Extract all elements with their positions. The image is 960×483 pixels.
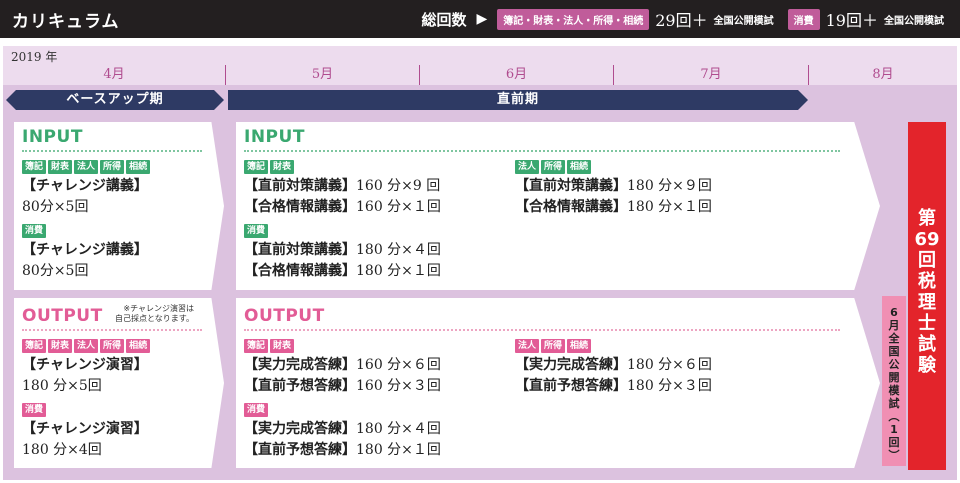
course-line: 【直前対策講義】180 分×９回 (515, 178, 712, 194)
subject-tag: 法人 (515, 339, 540, 353)
year-row: 2019 年 (3, 46, 957, 65)
base-input-tags-b: 消費 (22, 224, 47, 238)
course-line: 【直前対策講義】180 分×４回 (244, 242, 441, 258)
month-april: 4月 (3, 65, 226, 85)
subject-tag: 簿記 (244, 160, 269, 174)
subject-tag: 所得 (100, 339, 125, 353)
subject-tag: 財表 (48, 339, 73, 353)
subject-tag: 財表 (270, 160, 295, 174)
divider (244, 150, 840, 152)
course-detail: 180 分×5回 (22, 378, 102, 394)
course-detail: 80分×5回 (22, 199, 89, 215)
subject-tag: 法人 (515, 160, 540, 174)
phase-base-up-banner: ベースアップ期 (6, 90, 224, 110)
divider (22, 329, 202, 331)
month-august: 8月 (872, 67, 894, 82)
pre-output-left-tags: 簿記 財表 (244, 339, 295, 353)
course-line: 【実力完成答練】180 分×６回 (515, 357, 712, 373)
subject-tag: 相続 (126, 339, 151, 353)
year-label: 2019 年 (11, 50, 58, 64)
pre-output-heading: OUTPUT (244, 306, 325, 326)
base-input-heading: INPUT (22, 127, 83, 147)
course-title: 【チャレンジ演習】 (22, 421, 148, 437)
group2-mock-label: 全国公開模試 (884, 15, 944, 27)
subject-tag: 財表 (48, 160, 73, 174)
consumption-badge: 消費 (787, 8, 820, 30)
base-output-heading: OUTPUT (22, 306, 103, 326)
subject-tag: 法人 (74, 339, 99, 353)
month-june: 6月 (420, 65, 614, 85)
base-output-tags-a: 簿記 財表 法人 所得 相続 (22, 339, 151, 353)
course-line: 【直前予想答練】180 分×１回 (244, 442, 441, 458)
course-line: 【実力完成答練】160 分×６回 (244, 357, 441, 373)
base-input-tags-a: 簿記 財表 法人 所得 相続 (22, 160, 151, 174)
subject-tag: 所得 (541, 339, 566, 353)
divider (244, 329, 840, 331)
subject-tag: 消費 (244, 224, 269, 238)
pre-input-right-tags: 法人 所得 相続 (515, 160, 592, 174)
pre-input-heading: INPUT (244, 127, 305, 147)
subject-tag: 消費 (22, 224, 47, 238)
course-title: 【チャレンジ演習】 (22, 357, 148, 373)
course-title: 【チャレンジ講義】 (22, 242, 148, 258)
pre-input-left-tags: 簿記 財表 (244, 160, 295, 174)
subject-tag: 所得 (541, 160, 566, 174)
total-label: 総回数 (421, 10, 467, 29)
course-line: 【直前対策講義】160 分×9 回 (244, 178, 441, 194)
header-bar: カリキュラム 総回数 ▶ 簿記・財表・法人・所得・相続 29回＋ 全国公開模試 … (0, 0, 960, 38)
course-line: 【実力完成答練】180 分×４回 (244, 421, 441, 437)
june-mock-exam-bar: 6 月 全 国 公 開 模 試 ︵ 1 回 ︶ (882, 296, 906, 466)
subject-tag: 消費 (22, 403, 47, 417)
subject-tag: 相続 (567, 339, 592, 353)
group2-count: 19回＋ (825, 11, 878, 30)
course-detail: 80分×5回 (22, 263, 89, 279)
subject-tag: 財表 (270, 339, 295, 353)
course-line: 【合格情報講義】180 分×１回 (515, 199, 712, 215)
subject-tag: 相続 (567, 160, 592, 174)
subject-tag: 簿記 (22, 160, 47, 174)
subject-group-badge: 簿記・財表・法人・所得・相続 (497, 8, 650, 30)
subject-tag: 所得 (100, 160, 125, 174)
subject-tag: 法人 (74, 160, 99, 174)
base-output-tags-b: 消費 (22, 403, 47, 417)
subject-tag: 消費 (244, 403, 269, 417)
tax-accountant-exam-bar: 第 69 回 税 理 士 試 験 (908, 122, 946, 470)
subject-tag: 簿記 (244, 339, 269, 353)
phase-pre-exam-banner: 直前期 (228, 90, 808, 110)
group1-mock-label: 全国公開模試 (713, 15, 774, 27)
page-title: カリキュラム (12, 12, 120, 32)
month-july: 7月 (614, 65, 809, 85)
pre-output-left2-tags: 消費 (244, 403, 269, 417)
month-may: 5月 (226, 65, 420, 85)
course-line: 【合格情報講義】180 分×１回 (244, 263, 441, 279)
course-line: 【合格情報講義】160 分×１回 (244, 199, 441, 215)
subject-tag: 簿記 (22, 339, 47, 353)
divider (22, 150, 202, 152)
total-sessions-summary: 総回数 ▶ 簿記・財表・法人・所得・相続 29回＋ 全国公開模試 消費 19回＋… (421, 0, 952, 38)
pre-input-left2-tags: 消費 (244, 224, 269, 238)
group1-count: 29回＋ (655, 11, 708, 30)
course-detail: 180 分×4回 (22, 442, 102, 458)
course-title: 【チャレンジ講義】 (22, 178, 148, 194)
course-line: 【直前予想答練】160 分×３回 (244, 378, 441, 394)
subject-tag: 相続 (126, 160, 151, 174)
self-grading-note: ※チャレンジ演習は 自己採点となります。 (115, 304, 194, 323)
pre-output-right-tags: 法人 所得 相続 (515, 339, 592, 353)
course-line: 【直前予想答練】180 分×３回 (515, 378, 712, 394)
triangle-right-icon: ▶ (476, 11, 488, 27)
